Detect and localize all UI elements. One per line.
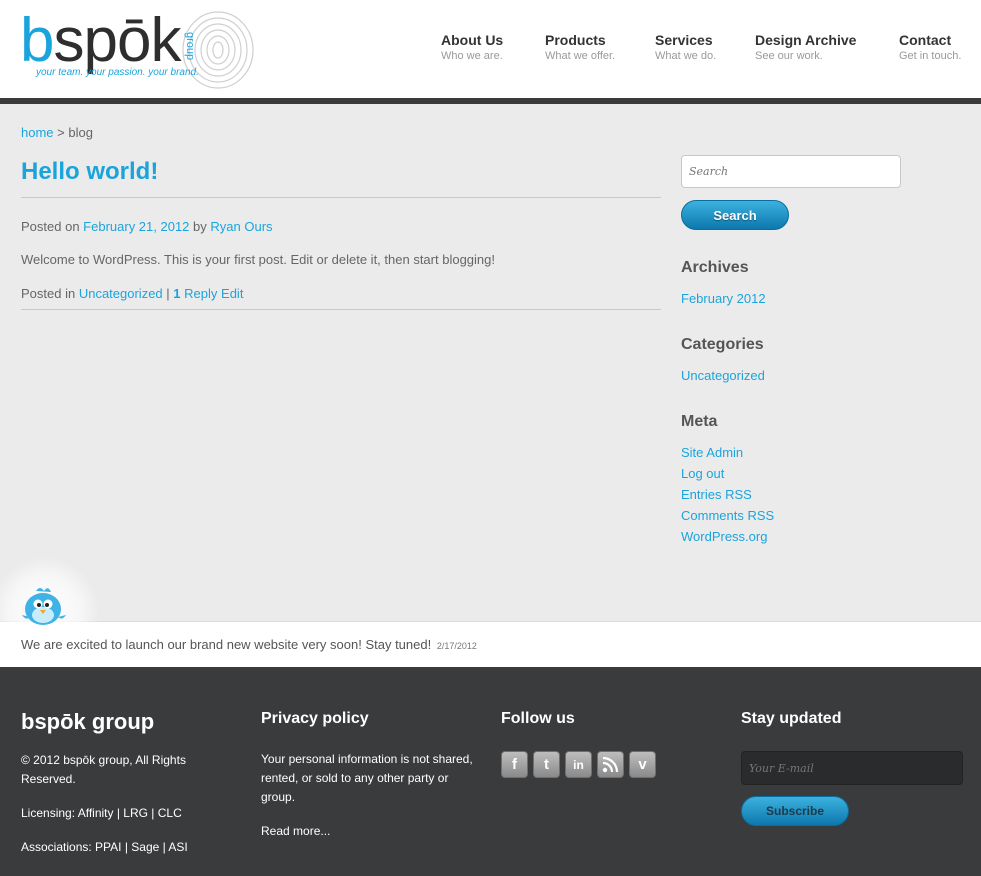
by-label: by — [193, 219, 207, 234]
archive-link[interactable]: February 2012 — [681, 291, 766, 306]
site-logo[interactable]: bspōk group your team. your passion. you… — [20, 6, 254, 92]
nav-subtitle: Get in touch. — [899, 50, 962, 62]
nav-title: Services — [655, 32, 713, 48]
post-bottom-divider — [21, 309, 661, 310]
archives-heading: Archives — [681, 259, 749, 276]
post-date-link[interactable]: February 21, 2012 — [83, 219, 189, 234]
reply-count: 1 — [173, 286, 181, 301]
meta-heading: Meta — [681, 413, 718, 430]
linkedin-icon[interactable]: in — [565, 751, 592, 778]
subscribe-button[interactable]: Subscribe — [741, 796, 849, 826]
logo-group-label: group — [184, 32, 196, 61]
post-meta: Posted on February 21, 2012 by Ryan Ours — [21, 219, 273, 234]
privacy-read-more-link[interactable]: Read more... — [261, 822, 330, 841]
twitter-bird-icon — [22, 588, 66, 625]
post-title-divider — [21, 197, 661, 198]
nav-contact[interactable]: Contact Get in touch. — [899, 32, 961, 62]
vimeo-icon[interactable]: v — [629, 751, 656, 778]
rss-glyph-icon — [602, 756, 619, 773]
nav-services[interactable]: Services What we do. — [655, 32, 716, 62]
post-edit-link[interactable]: Edit — [221, 286, 243, 301]
nav-products[interactable]: Products What we offer. — [545, 32, 615, 62]
facebook-icon[interactable]: f — [501, 751, 528, 778]
logo-tagline: your team. your passion. your brand. — [36, 67, 199, 78]
email-field[interactable] — [741, 751, 963, 785]
post-category-link[interactable]: Uncategorized — [79, 286, 163, 301]
categories-heading: Categories — [681, 336, 764, 353]
nav-title: Design Archive — [755, 32, 857, 48]
reply-label: Reply — [184, 286, 218, 301]
nav-title: About Us — [441, 32, 504, 48]
meta-separator: | — [166, 286, 170, 301]
tweet: We are excited to launch our brand new w… — [21, 637, 477, 652]
footer-copyright: © 2012 bspōk group, All Rights Reserved. — [21, 753, 186, 786]
footer-associations: Associations: PPAI | Sage | ASI — [21, 840, 188, 854]
tweet-text: We are excited to launch our brand new w… — [21, 637, 432, 652]
meta-link-site-admin[interactable]: Site Admin — [681, 445, 743, 460]
footer-licensing: Licensing: Affinity | LRG | CLC — [21, 806, 182, 820]
privacy-heading: Privacy policy — [261, 710, 369, 727]
nav-subtitle: What we offer. — [545, 50, 616, 62]
twitter-icon[interactable]: t — [533, 751, 560, 778]
post-body: Welcome to WordPress. This is your first… — [21, 252, 495, 267]
post-author-link[interactable]: Ryan Ours — [210, 219, 272, 234]
posted-on-label: Posted on — [21, 219, 80, 234]
meta-link-entries-rss[interactable]: Entries RSS — [681, 487, 752, 502]
post-footer-meta: Posted in Uncategorized | 1 Reply Edit — [21, 286, 243, 301]
nav-subtitle: Who we are. — [441, 50, 503, 62]
follow-heading: Follow us — [501, 710, 575, 727]
footer-brand-title: bspōk group — [21, 709, 155, 734]
nav-design-archive[interactable]: Design Archive See our work. — [755, 32, 856, 62]
nav-title: Products — [545, 32, 606, 48]
breadcrumb-current: blog — [68, 125, 93, 140]
tweet-date: 2/17/2012 — [436, 641, 477, 651]
posted-in-label: Posted in — [21, 286, 76, 301]
stay-updated-heading: Stay updated — [741, 710, 842, 727]
breadcrumb-separator: > — [57, 125, 65, 140]
breadcrumb: home > blog — [21, 125, 93, 140]
search-button[interactable]: Search — [681, 200, 789, 230]
search-input[interactable] — [681, 155, 901, 188]
breadcrumb-home-link[interactable]: home — [21, 125, 54, 140]
post-title[interactable]: Hello world! — [21, 158, 158, 186]
rss-icon[interactable] — [597, 751, 624, 778]
post-reply-link[interactable]: 1 Reply — [173, 286, 217, 301]
category-link[interactable]: Uncategorized — [681, 368, 765, 383]
site-footer: bspōk group © 2012 bspōk group, All Righ… — [0, 667, 981, 876]
privacy-text: Your personal information is not shared,… — [261, 752, 473, 804]
meta-link-log-out[interactable]: Log out — [681, 466, 724, 481]
meta-link-comments-rss[interactable]: Comments RSS — [681, 508, 774, 523]
header-divider-bar — [0, 98, 981, 104]
meta-link-wordpress-org[interactable]: WordPress.org — [681, 529, 767, 544]
site-header: bspōk group your team. your passion. you… — [0, 0, 981, 98]
nav-title: Contact — [899, 32, 952, 48]
logo-wordmark: bspōk — [20, 6, 181, 75]
nav-subtitle: See our work. — [755, 50, 823, 62]
nav-subtitle: What we do. — [655, 50, 717, 62]
nav-about-us[interactable]: About Us Who we are. — [441, 32, 503, 62]
